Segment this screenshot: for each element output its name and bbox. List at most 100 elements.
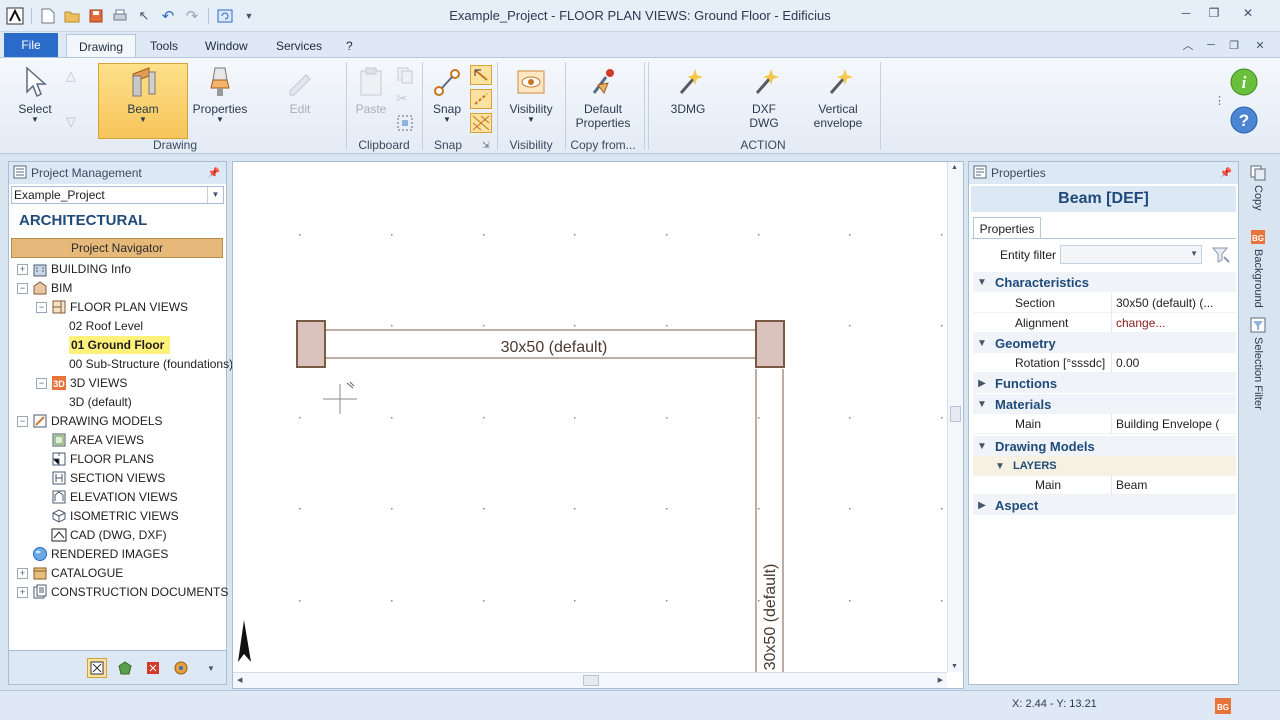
- scroll-right-icon[interactable]: ▶: [938, 676, 943, 684]
- property-category[interactable]: ▶ Functions: [973, 373, 1236, 393]
- snap-mode-1-icon[interactable]: [470, 65, 492, 85]
- tree-item[interactable]: 02 Roof Level: [69, 317, 143, 335]
- property-category[interactable]: ▼ Materials: [973, 394, 1236, 414]
- property-row[interactable]: Section 30x50 (default) (...: [973, 292, 1236, 313]
- tree-item[interactable]: ISOMETRIC VIEWS: [51, 507, 179, 525]
- maximize-icon[interactable]: ❐: [1200, 2, 1228, 24]
- snap-grid-icon[interactable]: [470, 113, 492, 133]
- property-row[interactable]: Main Beam: [973, 474, 1236, 495]
- help-icon[interactable]: ?: [1230, 106, 1258, 137]
- tab-properties[interactable]: Properties: [973, 217, 1041, 239]
- dxf-dwg-button[interactable]: DXF DWG: [738, 64, 790, 136]
- file-tab[interactable]: File: [4, 33, 58, 57]
- property-subcategory[interactable]: ▼ LAYERS: [973, 456, 1236, 476]
- pin-icon[interactable]: 📌: [1220, 168, 1232, 179]
- tools-icon[interactable]: [171, 658, 191, 678]
- expand-icon[interactable]: +: [17, 586, 28, 598]
- doc-minimize-icon[interactable]: ─: [1201, 36, 1221, 54]
- tree-item[interactable]: − DRAWING MODELS: [17, 412, 163, 430]
- expand-icon[interactable]: +: [17, 567, 28, 579]
- paste-button[interactable]: Paste: [350, 64, 392, 136]
- collapse-icon[interactable]: ▼: [973, 277, 991, 288]
- tree-item[interactable]: 01 Ground Floor: [69, 336, 171, 354]
- column-left[interactable]: [296, 320, 326, 368]
- collapse-icon[interactable]: ▼: [995, 461, 1009, 472]
- beam-vertical[interactable]: 30x50 (default): [755, 369, 784, 672]
- close-icon[interactable]: ✕: [1234, 2, 1262, 24]
- expand-icon[interactable]: ▶: [973, 500, 991, 511]
- visibility-button[interactable]: Visibility ▼: [502, 64, 560, 136]
- property-value[interactable]: change...: [1112, 316, 1236, 330]
- floor-plan-drawing[interactable]: 30x50 (default) 30x50 (default): [233, 162, 947, 672]
- entity-filter-dropdown[interactable]: ▼: [1060, 245, 1202, 264]
- 3dmg-button[interactable]: 3DMG: [662, 64, 714, 136]
- vertical-envelope-button[interactable]: Vertical envelope: [800, 64, 876, 136]
- minimize-icon[interactable]: ─: [1172, 2, 1200, 24]
- project-navigator-header[interactable]: Project Navigator: [11, 238, 223, 258]
- side-tab-copy[interactable]: Copy: [1249, 165, 1267, 211]
- scroll-down-icon[interactable]: ▼: [951, 663, 958, 670]
- property-value[interactable]: Building Envelope (: [1112, 417, 1236, 431]
- tree-item[interactable]: −3D 3D VIEWS: [36, 374, 127, 392]
- property-category[interactable]: ▶ Aspect: [973, 495, 1236, 515]
- collapse-icon[interactable]: −: [17, 282, 28, 294]
- property-value[interactable]: Beam: [1112, 478, 1236, 492]
- ribbon-overflow-icon[interactable]: ⋮: [1214, 94, 1225, 107]
- collapse-icon[interactable]: −: [17, 415, 28, 427]
- tree-item[interactable]: − BIM: [17, 279, 72, 297]
- tree-item[interactable]: RENDERED IMAGES: [32, 545, 168, 563]
- collapse-icon[interactable]: −: [36, 377, 47, 389]
- copy-icon[interactable]: [396, 66, 414, 87]
- library-icon[interactable]: [115, 658, 135, 678]
- tab-help[interactable]: ?: [334, 34, 365, 58]
- collapse-icon[interactable]: ▼: [973, 441, 991, 452]
- report-icon[interactable]: [143, 658, 163, 678]
- scroll-up-icon[interactable]: ▲: [951, 164, 958, 171]
- horizontal-scrollbar[interactable]: ◀ ▶: [233, 672, 947, 688]
- vertical-scroll-thumb[interactable]: [950, 406, 961, 422]
- drawing-canvas[interactable]: 30x50 (default) 30x50 (default) ▲ ▼ ◀ ▶: [232, 161, 964, 689]
- info-icon[interactable]: i: [1230, 68, 1258, 99]
- tab-services[interactable]: Services: [264, 34, 334, 58]
- tree-item[interactable]: + BUILDING Info: [17, 260, 131, 278]
- expand-icon[interactable]: ▶: [973, 378, 991, 389]
- tab-window[interactable]: Window: [193, 34, 260, 58]
- collapse-icon[interactable]: ▼: [973, 338, 991, 349]
- property-category[interactable]: ▼ Drawing Models: [973, 436, 1236, 456]
- edit-button[interactable]: Edit: [274, 64, 326, 136]
- tree-item[interactable]: ELEVATION VIEWS: [51, 488, 178, 506]
- tree-item[interactable]: FLOOR PLANS: [51, 450, 154, 468]
- navigator-icon[interactable]: [87, 658, 107, 678]
- tree-item[interactable]: + CONSTRUCTION DOCUMENTS SET: [17, 583, 255, 601]
- doc-restore-icon[interactable]: ❐: [1224, 36, 1244, 54]
- cut-icon[interactable]: ✂: [396, 90, 408, 107]
- side-tab-selection-filter[interactable]: Selection Filter: [1249, 317, 1267, 410]
- tree-item[interactable]: + CATALOGUE: [17, 564, 123, 582]
- tree-item[interactable]: CAD (DWG, DXF): [51, 526, 167, 544]
- beam-button[interactable]: Beam ▼: [98, 63, 188, 139]
- select-area-icon[interactable]: [396, 114, 414, 135]
- tab-drawing[interactable]: Drawing: [66, 34, 137, 58]
- project-dropdown[interactable]: Example_Project ▼: [11, 186, 224, 204]
- beam-horizontal[interactable]: 30x50 (default): [326, 329, 757, 359]
- snap-button[interactable]: Snap ▼: [426, 64, 468, 136]
- property-row[interactable]: Main Building Envelope (: [973, 413, 1236, 434]
- column-right[interactable]: [755, 320, 785, 368]
- property-row[interactable]: Rotation [°sssdc] 0.00: [973, 352, 1236, 373]
- property-value[interactable]: 30x50 (default) (...: [1112, 296, 1236, 310]
- scroll-left-icon[interactable]: ◀: [237, 676, 242, 684]
- collapse-icon[interactable]: −: [36, 301, 47, 313]
- properties-button[interactable]: Properties ▼: [192, 64, 248, 136]
- collapse-ribbon-icon[interactable]: ︿: [1178, 36, 1198, 54]
- tree-item[interactable]: 3D (default): [69, 393, 132, 411]
- tree-item[interactable]: AREA VIEWS: [51, 431, 144, 449]
- vertical-scrollbar[interactable]: ▲ ▼: [947, 162, 963, 672]
- chevron-down-icon[interactable]: ▼: [201, 658, 221, 678]
- collapse-icon[interactable]: ▼: [973, 399, 991, 410]
- property-row[interactable]: Alignment change...: [973, 312, 1236, 333]
- dialog-launcher-icon[interactable]: ⇲: [482, 140, 490, 151]
- doc-close-icon[interactable]: ✕: [1250, 36, 1270, 54]
- property-value[interactable]: 0.00: [1112, 356, 1236, 370]
- tab-tools[interactable]: Tools: [138, 34, 190, 58]
- select-button[interactable]: Select ▼: [8, 64, 62, 136]
